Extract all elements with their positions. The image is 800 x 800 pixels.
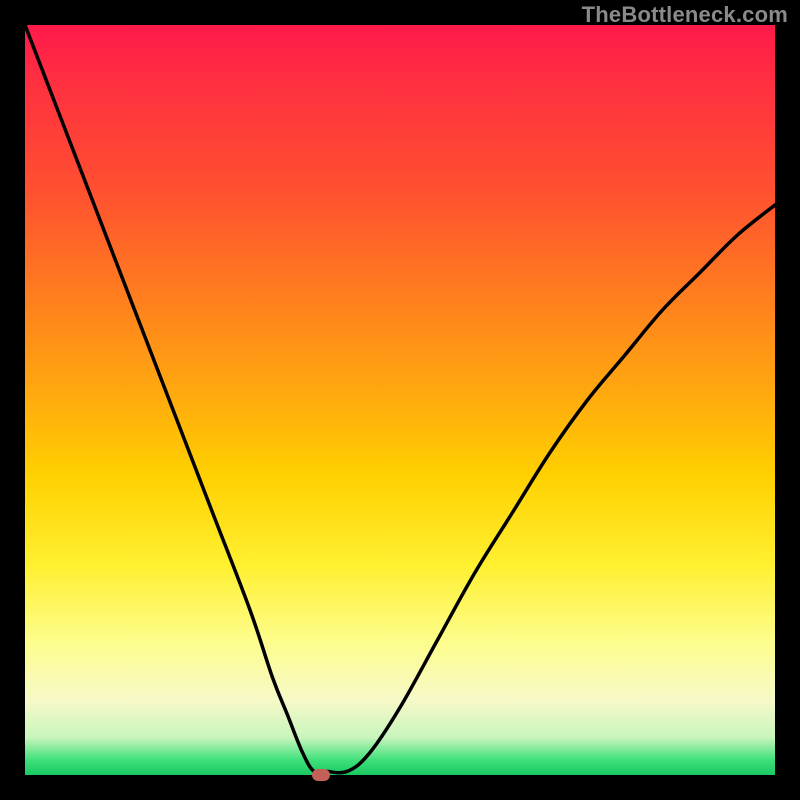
optimal-marker: [312, 769, 330, 781]
bottleneck-curve: [25, 25, 775, 775]
chart-frame: TheBottleneck.com: [0, 0, 800, 800]
plot-area: [25, 25, 775, 775]
